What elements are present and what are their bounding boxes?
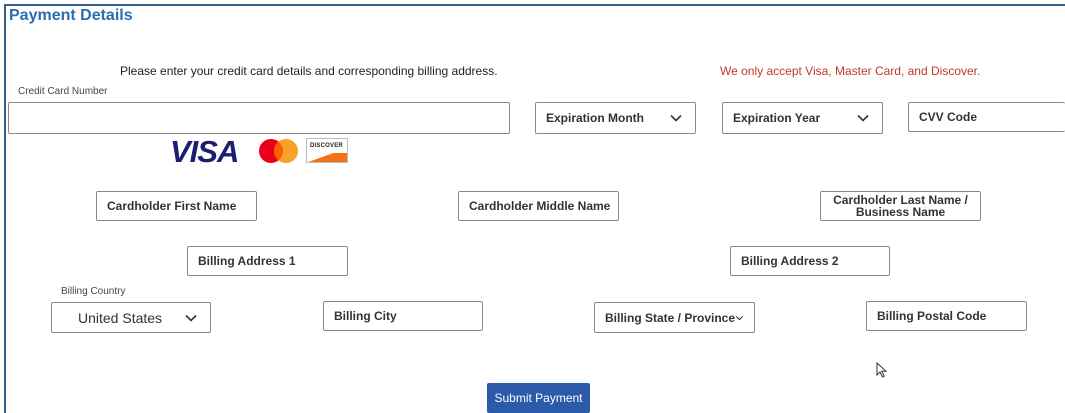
chevron-down-icon [185, 314, 197, 322]
cvv-code-input[interactable]: CVV Code [908, 102, 1065, 132]
chevron-down-icon [857, 114, 869, 122]
billing-state-select[interactable]: Billing State / Province [594, 302, 755, 333]
page-title: Payment Details [9, 7, 133, 24]
chevron-down-icon [670, 114, 682, 122]
expiration-month-select[interactable]: Expiration Month [535, 102, 696, 134]
address2-placeholder: Billing Address 2 [741, 254, 839, 268]
billing-city-input[interactable]: Billing City [323, 301, 483, 331]
last-name-placeholder: Cardholder Last Name / Business Name [833, 193, 968, 219]
cardholder-first-name-input[interactable]: Cardholder First Name [96, 191, 257, 221]
expiration-month-value: Expiration Month [546, 111, 644, 125]
instructions-text: Please enter your credit card details an… [120, 64, 498, 78]
accepted-cards-notice: We only accept Visa, Master Card, and Di… [720, 64, 981, 78]
address1-placeholder: Billing Address 1 [198, 254, 296, 268]
billing-address-1-input[interactable]: Billing Address 1 [187, 246, 348, 276]
cvv-code-placeholder: CVV Code [919, 110, 978, 124]
mastercard-logo [259, 139, 298, 163]
credit-card-number-label: Credit Card Number [18, 86, 108, 97]
billing-country-value: United States [78, 309, 163, 326]
billing-postal-code-input[interactable]: Billing Postal Code [866, 301, 1027, 331]
mouse-pointer-icon [876, 362, 888, 378]
discover-logo-text: DISCOVER [310, 143, 343, 149]
billing-city-placeholder: Billing City [334, 309, 397, 323]
discover-logo-stripe [307, 153, 347, 162]
expiration-year-value: Expiration Year [733, 111, 821, 125]
expiration-year-select[interactable]: Expiration Year [722, 102, 883, 134]
middle-name-placeholder: Cardholder Middle Name [469, 199, 611, 213]
discover-logo: DISCOVER [306, 138, 348, 163]
billing-country-select[interactable]: United States [51, 302, 211, 333]
billing-address-2-input[interactable]: Billing Address 2 [730, 246, 890, 276]
billing-state-value: Billing State / Province [605, 310, 736, 325]
billing-country-label: Billing Country [61, 286, 126, 297]
credit-card-number-input[interactable] [8, 102, 510, 134]
cardholder-middle-name-input[interactable]: Cardholder Middle Name [458, 191, 619, 221]
chevron-down-icon [735, 315, 744, 320]
visa-logo: VISA [170, 134, 239, 169]
billing-postal-placeholder: Billing Postal Code [877, 309, 987, 323]
submit-payment-button[interactable]: Submit Payment [487, 383, 590, 413]
first-name-placeholder: Cardholder First Name [107, 199, 237, 213]
cardholder-last-name-input[interactable]: Cardholder Last Name / Business Name [820, 191, 981, 221]
